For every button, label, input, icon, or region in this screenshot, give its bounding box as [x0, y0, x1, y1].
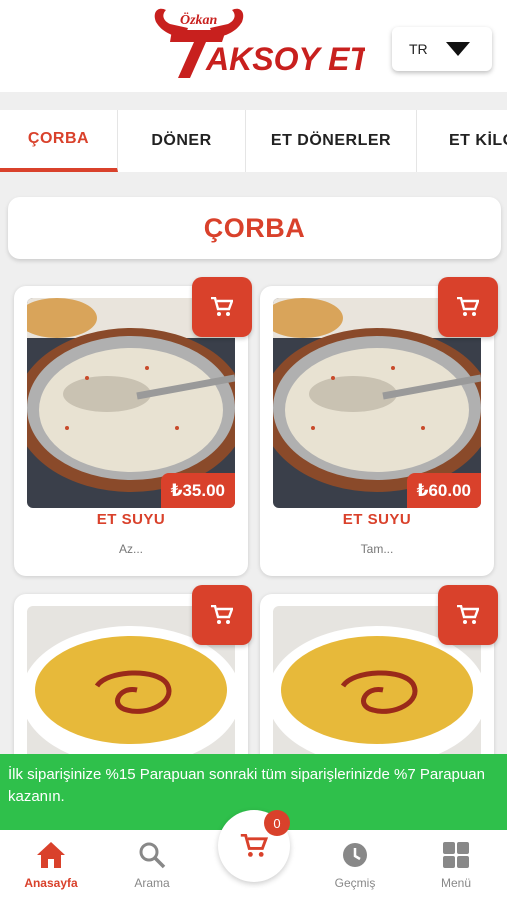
- cart-icon: [457, 605, 479, 624]
- brand-logo[interactable]: Özkan AKSOY ET: [150, 4, 371, 84]
- cart-count-badge: 0: [264, 810, 290, 836]
- tab-corba[interactable]: ÇORBA: [0, 110, 118, 172]
- cart-icon: [457, 297, 479, 316]
- section-header: ÇORBA: [8, 197, 501, 259]
- nav-search-label: Arama: [134, 876, 170, 890]
- nav-history[interactable]: Geçmiş: [310, 840, 400, 890]
- bull-logo-icon: Özkan AKSOY ET: [154, 8, 371, 78]
- tab-doner[interactable]: DÖNER: [118, 110, 246, 172]
- chevron-down-icon: [446, 42, 470, 56]
- product-name: ET SUYU: [342, 511, 412, 528]
- svg-text:Özkan: Özkan: [180, 11, 218, 28]
- nav-search[interactable]: Arama: [107, 840, 197, 890]
- section-title: ÇORBA: [203, 212, 306, 243]
- add-to-cart-button[interactable]: [192, 277, 252, 337]
- language-label: TR: [409, 41, 428, 57]
- product-card[interactable]: ₺35.00 ET SUYU Az...: [14, 277, 252, 576]
- grid-icon: [443, 842, 469, 868]
- product-description: Az...: [118, 542, 143, 556]
- app-screen: Özkan AKSOY ET TR ÇORBA DÖNER ET DÖNERLE…: [0, 0, 507, 900]
- add-to-cart-button[interactable]: [438, 585, 498, 645]
- category-tabs: ÇORBA DÖNER ET DÖNERLER ET KİLO: [0, 110, 507, 172]
- nav-home[interactable]: Anasayfa: [6, 840, 96, 890]
- add-to-cart-button[interactable]: [192, 585, 252, 645]
- product-name: ET SUYU: [96, 511, 166, 528]
- add-to-cart-button[interactable]: [438, 277, 498, 337]
- cart-icon: [240, 834, 268, 857]
- nav-menu[interactable]: Menü: [411, 840, 501, 890]
- cart-icon: [211, 605, 233, 624]
- nav-home-label: Anasayfa: [24, 876, 78, 890]
- svg-text:AKSOY ET: AKSOY ET: [205, 41, 365, 77]
- clock-icon: [343, 843, 367, 867]
- cart-icon: [211, 297, 233, 316]
- price-tag: ₺60.00: [406, 473, 481, 508]
- header: Özkan AKSOY ET TR: [0, 0, 507, 92]
- tab-et-donerler[interactable]: ET DÖNERLER: [246, 110, 417, 172]
- price-tag: ₺35.00: [160, 473, 235, 508]
- tab-et-kilo[interactable]: ET KİLO: [417, 110, 507, 172]
- product-description: Tam...: [360, 542, 394, 556]
- search-icon: [139, 842, 166, 869]
- nav-menu-label: Menü: [440, 876, 472, 890]
- home-icon: [37, 842, 65, 868]
- promo-text: İlk siparişinize %15 Parapuan sonraki tü…: [8, 766, 485, 805]
- language-selector[interactable]: TR: [392, 27, 492, 71]
- product-card[interactable]: ₺60.00 ET SUYU Tam...: [260, 277, 498, 576]
- nav-history-label: Geçmiş: [334, 876, 376, 890]
